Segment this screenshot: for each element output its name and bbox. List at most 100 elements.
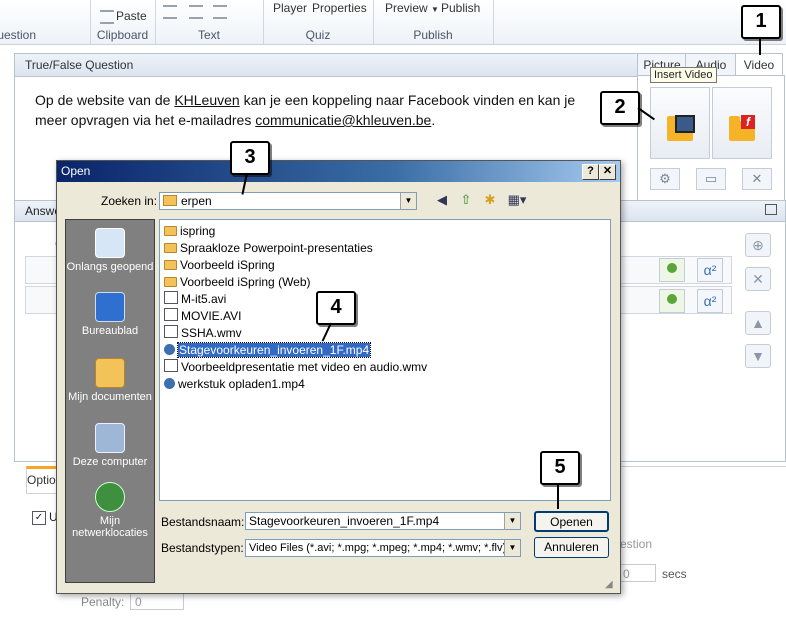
my-documents-icon — [95, 358, 125, 388]
close-icon: ✕ — [751, 171, 763, 186]
move-down-button[interactable]: ▼ — [745, 344, 771, 368]
place-label: Bureaublad — [81, 325, 139, 337]
delete-button[interactable]: ✕ — [742, 168, 772, 190]
place-network[interactable]: Mijn netwerklocaties — [66, 482, 154, 539]
list-item[interactable]: SSHA.wmv — [164, 325, 242, 341]
view-menu-icon[interactable]: ▦▾ — [505, 192, 529, 208]
up-folder-icon[interactable]: ⇧ — [457, 192, 475, 208]
open-folder-button[interactable]: ▭ — [696, 168, 726, 190]
penalty-label: Penalty: — [81, 595, 125, 609]
folder-icon — [164, 277, 177, 287]
film-icon — [675, 115, 695, 133]
cancel-button[interactable]: Annuleren — [534, 537, 609, 558]
ribbon-group-label: Clipboard — [96, 28, 149, 42]
new-folder-icon[interactable]: ✱ — [481, 192, 499, 208]
place-recent[interactable]: Onlangs geopend — [66, 228, 154, 273]
filetype-value: Video Files (*.avi; *.mpg; *.mpeg; *.mp4… — [249, 542, 507, 554]
question-text-editor[interactable]: Op de website van de KHLeuven kan je een… — [35, 90, 595, 130]
list-item[interactable]: MOVIE.AVI — [164, 308, 241, 324]
equation-button[interactable]: α² — [697, 289, 723, 313]
folder-icon — [164, 243, 177, 253]
folder-icon — [164, 226, 177, 236]
ribbon-group-quiz: Player Properties Quiz — [263, 0, 374, 44]
video-panel: f ⚙ ▭ ✕ — [637, 75, 785, 205]
list-item[interactable]: Voorbeeld iSpring (Web) — [164, 274, 311, 290]
publish-button[interactable]: Publish — [441, 1, 480, 15]
insert-video-tooltip: Insert Video — [650, 67, 717, 83]
tab-options[interactable]: Options — [26, 466, 68, 494]
place-my-computer[interactable]: Deze computer — [66, 423, 154, 468]
chevron-down-icon[interactable]: ▼ — [504, 513, 520, 529]
filename-input[interactable]: Stagevoorkeuren_invoeren_1F.mp4 ▼ — [245, 512, 521, 530]
player-button[interactable]: Player — [273, 1, 307, 15]
preview-button[interactable]: Preview ▼ — [385, 1, 439, 15]
maximize-icon[interactable] — [765, 204, 777, 215]
list-item[interactable]: Voorbeeldpresentatie met video en audio.… — [164, 359, 427, 375]
filename-value: Stagevoorkeuren_invoeren_1F.mp4 — [249, 514, 440, 528]
help-button[interactable]: ? — [582, 164, 599, 180]
list-icon[interactable] — [163, 4, 179, 19]
properties-button[interactable]: Properties — [312, 1, 367, 15]
insert-flash-button[interactable]: f — [712, 87, 772, 159]
link-khleuven[interactable]: KHLeuven — [174, 92, 239, 108]
indent-icon[interactable] — [189, 4, 205, 19]
feedback-button[interactable] — [659, 289, 685, 313]
paste-button[interactable]: Paste — [100, 9, 147, 24]
arrow-down-icon: ▼ — [751, 348, 765, 364]
list-item[interactable]: werkstuk opladen1.mp4 — [164, 376, 305, 392]
place-label: Mijn netwerklocaties — [72, 515, 148, 539]
place-label: Onlangs geopend — [66, 261, 154, 273]
question-panel-title: True/False Question — [25, 58, 134, 72]
options-checkbox[interactable]: ✓ — [32, 511, 46, 525]
list-item[interactable]: Voorbeeld iSpring — [164, 257, 275, 273]
list-item-selected[interactable]: Stagevoorkeuren_invoeren_1F.mp4 — [164, 342, 372, 358]
filename-label: Bestandsnaam: — [161, 515, 245, 529]
equation-button[interactable]: α² — [697, 258, 723, 282]
place-my-documents[interactable]: Mijn documenten — [66, 358, 154, 403]
video-file-icon — [164, 308, 178, 321]
place-desktop[interactable]: Bureaublad — [66, 292, 154, 337]
callout-3: 3 — [230, 141, 270, 175]
outdent-icon[interactable] — [213, 4, 229, 19]
desktop-icon — [95, 292, 125, 322]
back-icon[interactable]: ◀ — [433, 192, 451, 208]
penalty-stepper[interactable]: 0 — [130, 592, 184, 610]
remove-answer-button[interactable]: ✕ — [745, 267, 771, 291]
dialog-title: Open — [61, 164, 91, 178]
dialog-close-button[interactable]: ✕ — [599, 164, 616, 180]
callout-4: 4 — [316, 291, 356, 325]
network-icon — [95, 482, 125, 512]
link-email[interactable]: communicatie@khleuven.be — [255, 112, 431, 128]
ribbon-group-label: Question — [0, 28, 37, 42]
list-item[interactable]: M-it5.avi — [164, 291, 226, 307]
paste-icon — [100, 9, 114, 24]
secs-stepper[interactable]: 0 — [618, 564, 656, 582]
ribbon-group-label: Quiz — [305, 28, 331, 42]
gear-icon: ⚙ — [659, 171, 671, 186]
list-item[interactable]: ispring — [164, 223, 215, 239]
options-question-label: estion — [620, 537, 653, 551]
flash-icon: f — [741, 115, 755, 129]
add-answer-button[interactable]: ⊕ — [745, 233, 771, 257]
tab-video[interactable]: Video — [735, 53, 783, 77]
dialog-title-bar: Open ? ✕ — [57, 161, 620, 182]
ribbon: Question Paste Clipboard Text Player Pro… — [0, 0, 786, 45]
place-label: Mijn documenten — [68, 391, 152, 403]
feedback-button[interactable] — [659, 258, 685, 282]
settings-button[interactable]: ⚙ — [650, 168, 680, 190]
close-icon: ✕ — [752, 271, 764, 287]
question-panel-header: True/False Question — [15, 54, 637, 77]
move-up-button[interactable]: ▲ — [745, 311, 771, 335]
question-text: Op de website van de — [35, 92, 175, 108]
resize-grip-icon[interactable]: ◢ — [605, 579, 617, 591]
plus-icon: ⊕ — [752, 237, 764, 253]
video-file-icon — [164, 359, 178, 372]
filetype-select[interactable]: Video Files (*.avi; *.mpg; *.mpeg; *.mp4… — [245, 539, 521, 557]
open-button[interactable]: Openen — [534, 511, 609, 532]
list-item[interactable]: Spraakloze Powerpoint-presentaties — [164, 240, 373, 256]
insert-video-button[interactable] — [650, 87, 710, 159]
look-in-label: Zoeken in: — [101, 194, 158, 208]
look-in-select[interactable]: erpen ▼ — [159, 192, 417, 210]
chevron-down-icon[interactable]: ▼ — [504, 540, 520, 556]
chevron-down-icon[interactable]: ▼ — [400, 193, 416, 209]
